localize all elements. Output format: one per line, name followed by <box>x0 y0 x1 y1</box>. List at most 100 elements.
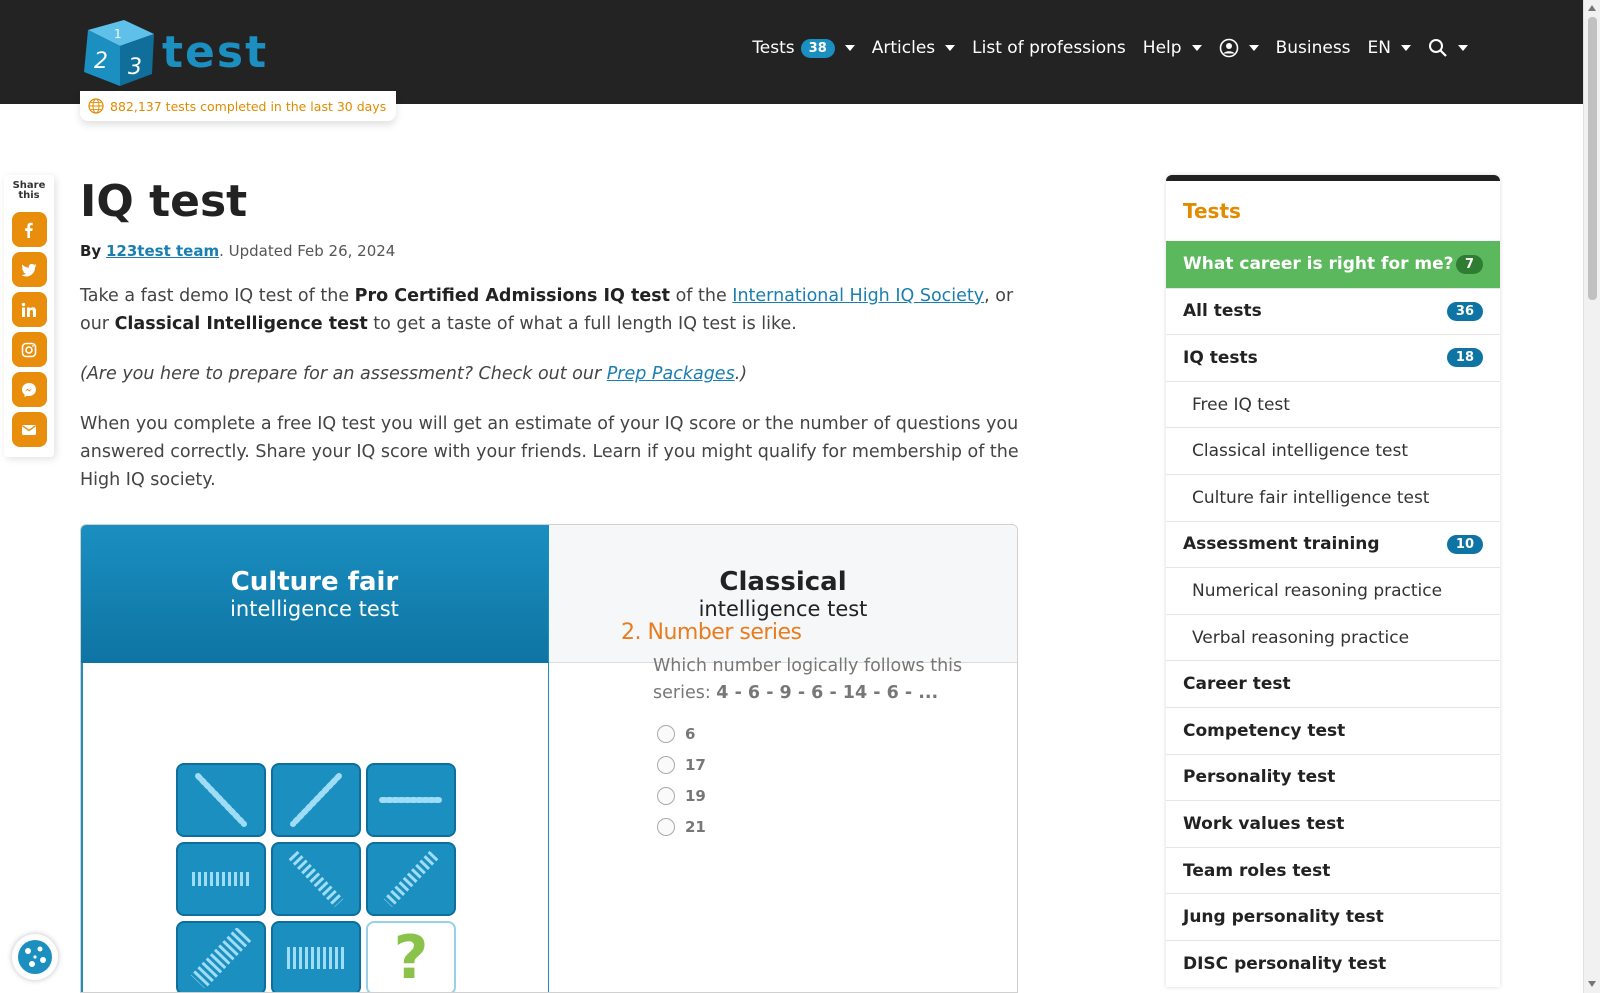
option-label: 21 <box>685 818 706 836</box>
site-logo[interactable]: 2 3 1 test <box>80 16 268 88</box>
sidebar-item-label: What career is right for me? <box>1183 254 1454 275</box>
high-iq-society-link[interactable]: International High IQ Society <box>732 286 984 306</box>
nav-search[interactable] <box>1428 38 1468 58</box>
sidebar-item-label: Verbal reasoning practice <box>1192 627 1410 648</box>
counter-text: 882,137 tests completed in the last 30 d… <box>110 98 387 114</box>
share-instagram-button[interactable] <box>11 332 47 367</box>
puzzle-tile <box>176 842 266 916</box>
matrix-puzzle: ? <box>176 763 456 992</box>
sidebar-item[interactable]: Jung personality test <box>1166 893 1500 940</box>
sidebar-item-label: Personality test <box>1183 767 1336 788</box>
puzzle-question-tile: ? <box>366 921 456 992</box>
culture-fair-test-card[interactable]: Culture fair intelligence test ? <box>81 525 549 992</box>
sidebar-item-label: Career test <box>1183 674 1291 695</box>
scroll-up-arrow-icon[interactable] <box>1588 5 1596 11</box>
sidebar-item[interactable]: DISC personality test <box>1166 939 1500 987</box>
intro-bold-1: Pro Certified Admissions IQ test <box>354 286 671 306</box>
share-twitter-button[interactable] <box>11 252 47 287</box>
author-link[interactable]: 123test team <box>106 242 219 260</box>
sidebar-count-badge: 7 <box>1455 254 1483 274</box>
sidebar-item[interactable]: Verbal reasoning practice <box>1166 613 1500 661</box>
puzzle-tile <box>366 763 456 837</box>
sidebar-item[interactable]: Career test <box>1166 660 1500 707</box>
prep-packages-link[interactable]: Prep Packages <box>607 364 735 384</box>
logo-text: test <box>162 26 269 78</box>
radio-button[interactable] <box>657 818 675 836</box>
sidebar-item[interactable]: Assessment training 10 <box>1166 520 1500 568</box>
nav-professions-label: List of professions <box>972 38 1126 58</box>
tests-completed-counter: 882,137 tests completed in the last 30 d… <box>80 91 397 121</box>
sidebar-item[interactable]: All tests 36 <box>1166 287 1500 335</box>
scrollbar-thumb[interactable] <box>1588 17 1597 300</box>
sidebar-item[interactable]: Culture fair intelligence test <box>1166 473 1500 521</box>
option-label: 6 <box>685 725 696 743</box>
puzzle-tile <box>271 921 361 992</box>
nav-account[interactable] <box>1219 38 1259 58</box>
option-label: 19 <box>685 787 706 805</box>
puzzle-tile <box>271 763 361 837</box>
nav-professions[interactable]: List of professions <box>972 38 1126 58</box>
sidebar-item-label: Competency test <box>1183 720 1346 741</box>
sidebar-item[interactable]: IQ tests 18 <box>1166 334 1500 381</box>
sidebar-item[interactable]: What career is right for me? 7 <box>1166 241 1500 288</box>
answer-option[interactable]: 21 <box>657 818 981 836</box>
intro-text-1: Take a fast demo IQ test of the <box>80 286 355 306</box>
radio-button[interactable] <box>657 756 675 774</box>
sidebar-item[interactable]: Free IQ test <box>1166 380 1500 428</box>
nav-help[interactable]: Help <box>1143 38 1202 58</box>
sidebar-item-label: Work values test <box>1183 813 1345 834</box>
share-email-button[interactable] <box>11 412 47 447</box>
question-title: 2. Number series <box>621 620 802 645</box>
chevron-down-icon <box>945 45 956 51</box>
sidebar-list: What career is right for me? 7 All tests 36… <box>1166 241 1500 987</box>
culture-fair-card-title: Culture fair <box>230 567 399 597</box>
sidebar-item[interactable]: Numerical reasoning practice <box>1166 567 1500 614</box>
sidebar-item[interactable]: Classical intelligence test <box>1166 427 1500 474</box>
classical-card-title: Classical <box>719 566 847 597</box>
nav-tests[interactable]: Tests 38 <box>752 38 855 58</box>
nav-business[interactable]: Business <box>1276 38 1351 58</box>
sidebar-item[interactable]: Personality test <box>1166 753 1500 801</box>
classical-card-subtitle: intelligence test <box>698 596 868 621</box>
share-linkedin-button[interactable] <box>11 292 47 327</box>
sidebar-item[interactable]: Team roles test <box>1166 846 1500 894</box>
chevron-down-icon <box>1248 45 1259 51</box>
share-facebook-button[interactable] <box>11 212 47 247</box>
puzzle-tile <box>176 921 266 992</box>
user-icon <box>1219 38 1238 58</box>
nav-language[interactable]: EN <box>1368 38 1411 58</box>
radio-button[interactable] <box>657 787 675 805</box>
question-text: Which number logically follows this seri… <box>653 653 981 707</box>
sidebar-item-label: All tests <box>1183 301 1262 322</box>
sidebar-count-badge: 36 <box>1446 301 1483 321</box>
answer-option[interactable]: 19 <box>657 787 981 805</box>
site-header: 2 3 1 test Tests 38 Articles List of pro… <box>0 0 1583 104</box>
classical-test-card[interactable]: Classical intelligence test 2. Number se… <box>549 525 1017 992</box>
radio-button[interactable] <box>657 725 675 743</box>
culture-fair-card-subtitle: intelligence test <box>230 597 399 621</box>
scroll-down-arrow-icon[interactable] <box>1588 981 1596 987</box>
intro-text-2: of the <box>670 286 733 306</box>
puzzle-tile <box>366 842 456 916</box>
answer-option[interactable]: 17 <box>657 756 981 774</box>
nav-language-label: EN <box>1367 38 1391 58</box>
sidebar-item[interactable]: Competency test <box>1166 706 1500 754</box>
sample-question: 2. Number series Which number logically … <box>621 620 981 836</box>
cookie-settings-button[interactable] <box>12 934 58 980</box>
chevron-down-icon <box>1191 45 1202 51</box>
nav-articles[interactable]: Articles <box>872 38 956 58</box>
sidebar-heading: Tests <box>1183 199 1241 223</box>
sidebar-item[interactable]: Work values test <box>1166 800 1500 847</box>
option-label: 17 <box>685 756 706 774</box>
answer-option[interactable]: 6 <box>657 725 981 743</box>
share-messenger-button[interactable] <box>11 372 47 407</box>
share-label: Share this <box>12 180 46 201</box>
page-scrollbar[interactable] <box>1583 0 1600 993</box>
culture-fair-card-header[interactable]: Culture fair intelligence test <box>81 525 548 663</box>
byline: By 123test team. Updated Feb 26, 2024 <box>80 242 1020 260</box>
sidebar-item-label: Numerical reasoning practice <box>1192 580 1443 601</box>
nav-tests-label: Tests <box>752 38 795 58</box>
puzzle-tile <box>271 842 361 916</box>
prep-text-2: .) <box>734 364 748 384</box>
intro-bold-2: Classical Intelligence test <box>114 314 368 334</box>
